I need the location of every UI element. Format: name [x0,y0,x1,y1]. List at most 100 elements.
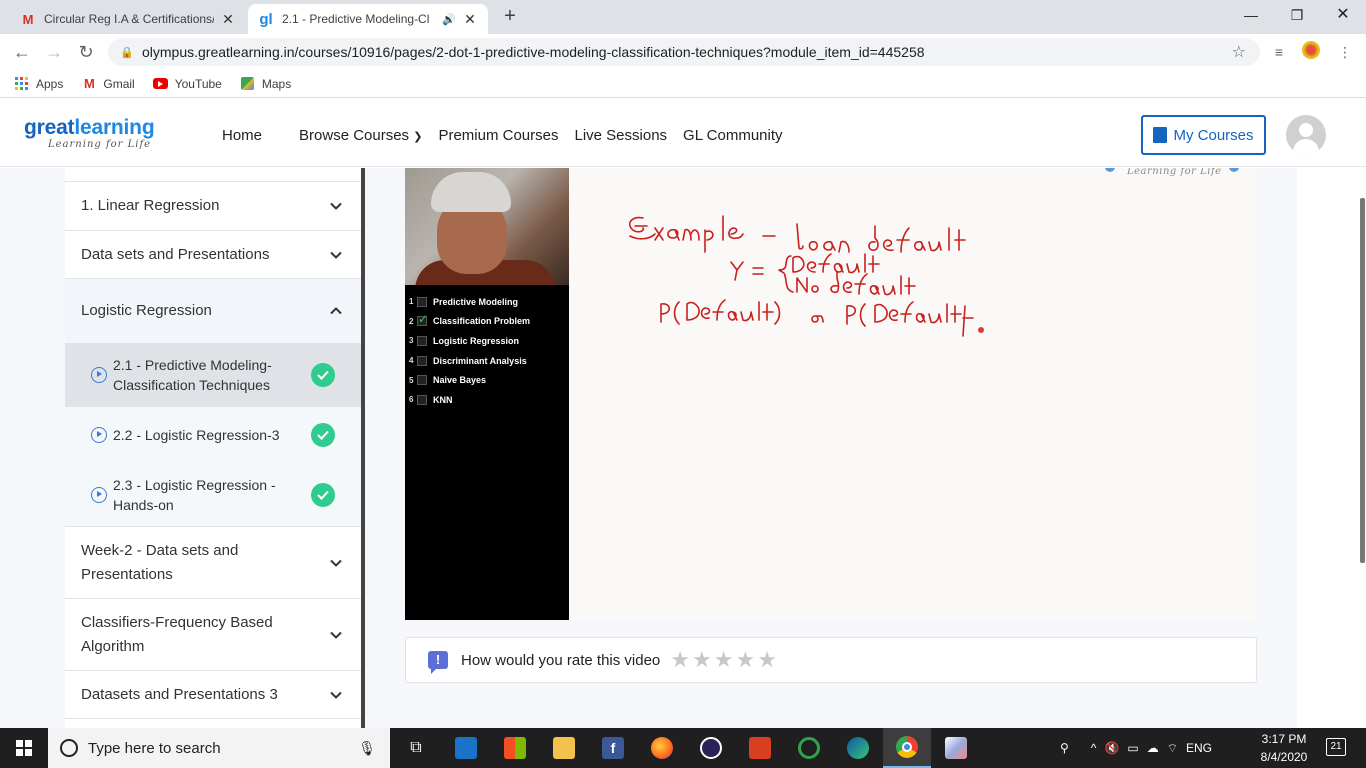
chevron-down-icon [330,251,342,259]
taskbar-search-box[interactable]: Type here to search 🎙 [48,728,390,768]
notification-count: 21 [1330,741,1342,752]
bookmark-star-icon[interactable]: ☆ [1232,42,1246,62]
chevron-down-icon [330,559,342,567]
back-icon[interactable]: ← [10,40,34,64]
restore-button[interactable]: ❐ [1274,0,1320,30]
bookmark-maps[interactable]: Maps [240,76,291,92]
sidebar-section-datasets-3[interactable]: Datasets and Presentations 3 [65,671,361,719]
star-rating[interactable]: ★ ★ ★ ★ ★ [670,649,779,671]
forward-icon[interactable]: → [42,40,66,64]
chevron-up-icon[interactable]: ^ [1091,741,1097,755]
greatlearning-icon: gl [259,10,273,28]
nav-gl-community[interactable]: GL Community [683,127,782,144]
people-icon[interactable]: ⚲ [1060,741,1069,755]
eclipse-app-icon[interactable] [687,728,735,768]
star-icon[interactable]: ★ [735,649,755,671]
reload-icon[interactable]: ↻ [74,40,98,64]
star-icon[interactable]: ★ [757,649,777,671]
nav-home[interactable]: Home [222,127,262,144]
chevron-down-icon [330,631,342,639]
lesson-label: 2.1 - Predictive Modeling-Classification… [113,357,272,393]
section-label: Classifiers-Frequency Based Algorithm [81,613,273,655]
close-tab-icon[interactable]: ✕ [220,11,236,28]
my-courses-button[interactable]: My Courses [1141,115,1266,155]
page-scrollbar[interactable] [1360,198,1365,563]
section-label: Week-2 - Data sets and Presentations [81,541,239,583]
play-circle-icon [91,427,107,443]
tab-greatlearning[interactable]: gl 2.1 - Predictive Modeling-Cl 🔊 ✕ [248,4,488,34]
windows-start-button[interactable] [0,728,48,768]
completed-check-icon [311,423,335,447]
close-window-button[interactable]: ✕ [1320,0,1366,30]
nav-premium-courses[interactable]: Premium Courses [438,127,558,144]
bookmark-label: Maps [261,76,292,91]
star-icon[interactable]: ★ [670,649,690,671]
paint-app-icon[interactable] [932,728,980,768]
logo-tagline: Learning for Life [48,139,152,150]
language-indicator[interactable]: ENG [1186,741,1212,755]
lesson-item-2-3[interactable]: 2.3 - Logistic Regression - Hands-on [65,463,361,527]
sidebar-section-data-sets[interactable]: Data sets and Presentations [65,231,361,279]
task-view-icon[interactable]: ⧉ [392,728,440,768]
section-label: Data sets and Presentations [81,245,270,263]
system-clock[interactable]: 3:17 PM 8/4/2020 [1251,730,1317,766]
gmail-icon: M [22,11,34,27]
chrome-icon[interactable] [883,728,931,768]
tab-gmail[interactable]: M Circular Reg I.A & Certifications/ ✕ [10,4,246,34]
greatlearning-logo[interactable]: greatlearning Learning for Life [24,116,155,151]
notification-center-icon[interactable]: 21 [1326,738,1346,756]
video-player[interactable]: 1Predictive Modeling 2Classification Pro… [405,168,1257,620]
file-explorer-icon[interactable] [540,728,588,768]
video-rating-bar: ! How would you rate this video ★ ★ ★ ★ … [405,637,1257,683]
windows-taskbar: Type here to search 🎙 ⧉ f ⚲ ^ 🔇 ▭ ☁ ⌔ EN… [0,728,1366,768]
onedrive-icon[interactable]: ☁ [1147,741,1159,755]
lesson-item-2-1[interactable]: 2.1 - Predictive Modeling-Classification… [65,343,361,407]
close-tab-icon[interactable]: ✕ [462,11,478,28]
right-gutter [1297,168,1366,728]
clock-time: 3:17 PM [1261,732,1307,746]
menu-icon[interactable]: ⋮ [1334,41,1356,63]
bookmark-gmail[interactable]: M Gmail [81,76,135,92]
rating-prompt: How would you rate this video [461,651,661,669]
bookmark-label: Gmail [103,76,135,91]
sidebar-section-logistic-regression[interactable]: Logistic Regression [65,279,361,343]
mail-app-icon[interactable] [442,728,490,768]
game-app-icon[interactable] [736,728,784,768]
lesson-item-2-2[interactable]: 2.2 - Logistic Regression-3 [65,407,361,463]
media-app-icon[interactable] [785,728,833,768]
lock-icon: 🔒 [120,47,134,59]
microphone-icon[interactable]: 🎙 [358,740,376,757]
chevron-up-icon [330,307,342,315]
sidebar-section-week-2[interactable]: Week-2 - Data sets and Presentations [65,527,361,599]
profile-icon[interactable] [1300,41,1322,63]
wifi-icon[interactable]: ⌔ [1167,741,1178,756]
nav-live-sessions[interactable]: Live Sessions [574,127,667,144]
firefox-icon[interactable] [638,728,686,768]
bookmark-youtube[interactable]: YouTube [153,76,222,92]
sidebar-section-linear-regression[interactable]: 1. Linear Regression [65,182,361,231]
speaker-icon[interactable]: 🔊 [442,13,456,26]
sidebar-section-classifiers[interactable]: Classifiers-Frequency Based Algorithm [65,599,361,671]
new-tab-button[interactable]: + [498,5,522,29]
address-bar[interactable]: 🔒 olympus.greatlearning.in/courses/10916… [108,38,1260,66]
minimize-button[interactable]: — [1228,0,1274,30]
battery-icon[interactable]: ▭ [1127,741,1138,755]
store-app-icon[interactable] [491,728,539,768]
reading-list-icon[interactable]: ≡ [1268,41,1290,63]
star-icon[interactable]: ★ [692,649,712,671]
volume-muted-icon[interactable]: 🔇 [1104,741,1119,755]
facebook-app-icon[interactable]: f [589,728,637,768]
course-content: 1. Linear Regression Data sets and Prese… [0,168,1366,728]
bookmark-label: Apps [36,76,64,91]
star-icon[interactable]: ★ [714,649,734,671]
bookmark-apps[interactable]: Apps [14,76,63,92]
main-nav: Home Browse Courses ❯ Premium Courses Li… [222,127,799,144]
edge-icon[interactable] [834,728,882,768]
play-circle-icon [91,486,107,503]
nav-browse-courses[interactable]: Browse Courses ❯ [299,127,422,144]
completed-check-icon [311,363,335,387]
sidebar-divider[interactable] [361,168,365,728]
bookmark-label: YouTube [174,76,222,91]
logo-text-great: great [24,116,75,139]
user-avatar[interactable] [1286,115,1326,155]
